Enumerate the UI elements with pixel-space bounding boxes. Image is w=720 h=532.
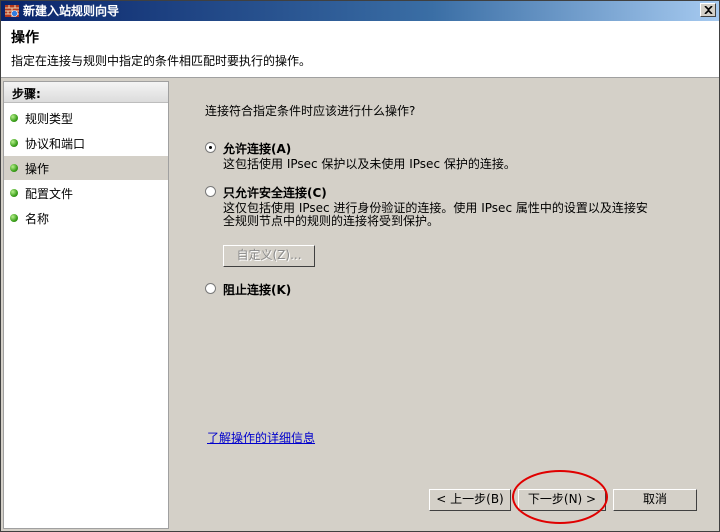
action-question: 连接符合指定条件时应该进行什么操作? (205, 104, 416, 118)
page-title: 操作 (11, 30, 39, 46)
option-secure-desc-line2: 全规则节点中的规则的连接将受到保护。 (223, 214, 440, 228)
window-title: 新建入站规则向导 (23, 4, 120, 18)
steps-heading-label: 步骤: (12, 87, 41, 101)
step-dot-icon (10, 139, 18, 147)
steps-heading: 步骤: (4, 82, 168, 103)
content-area: 连接符合指定条件时应该进行什么操作? 允许连接(A) 这包括使用 IPsec 保… (171, 81, 719, 529)
steps-panel: 步骤: 规则类型 协议和端口 操作 配置文件 名称 (3, 81, 169, 529)
step-dot-icon (10, 189, 18, 197)
step-dot-icon (10, 164, 18, 172)
step-label: 规则类型 (25, 112, 74, 126)
step-label: 协议和端口 (25, 137, 86, 151)
close-icon (704, 6, 713, 14)
firewall-icon (5, 4, 19, 18)
close-button[interactable] (700, 3, 716, 17)
step-dot-icon (10, 214, 18, 222)
wizard-header: 操作 指定在连接与规则中指定的条件相匹配时要执行的操作。 (1, 21, 719, 78)
customize-button[interactable]: 自定义(Z)... (223, 245, 315, 267)
step-rule-type[interactable]: 规则类型 (4, 106, 168, 130)
title-bar[interactable]: 新建入站规则向导 (1, 1, 719, 21)
step-action[interactable]: 操作 (4, 156, 168, 180)
next-button[interactable]: 下一步(N) > (518, 489, 606, 511)
page-subtitle: 指定在连接与规则中指定的条件相匹配时要执行的操作。 (11, 54, 312, 68)
radio-allow-secure[interactable] (205, 186, 216, 197)
radio-allow-connection[interactable] (205, 142, 216, 153)
option-block-label[interactable]: 阻止连接(K) (223, 281, 291, 298)
step-name[interactable]: 名称 (4, 206, 168, 230)
option-allow-label[interactable]: 允许连接(A) (223, 140, 291, 157)
option-secure-label[interactable]: 只允许安全连接(C) (223, 184, 327, 201)
cancel-button[interactable]: 取消 (613, 489, 697, 511)
step-label: 配置文件 (25, 187, 74, 201)
step-label: 操作 (25, 162, 50, 176)
step-label: 名称 (25, 212, 50, 226)
option-allow-desc: 这包括使用 IPsec 保护以及未使用 IPsec 保护的连接。 (223, 157, 516, 171)
step-protocol-ports[interactable]: 协议和端口 (4, 131, 168, 155)
radio-block-connection[interactable] (205, 283, 216, 294)
learn-more-link[interactable]: 了解操作的详细信息 (207, 429, 315, 446)
step-dot-icon (10, 114, 18, 122)
back-button[interactable]: < 上一步(B) (429, 489, 511, 511)
step-profile[interactable]: 配置文件 (4, 181, 168, 205)
wizard-window: 新建入站规则向导 操作 指定在连接与规则中指定的条件相匹配时要执行的操作。 步骤… (0, 0, 720, 532)
